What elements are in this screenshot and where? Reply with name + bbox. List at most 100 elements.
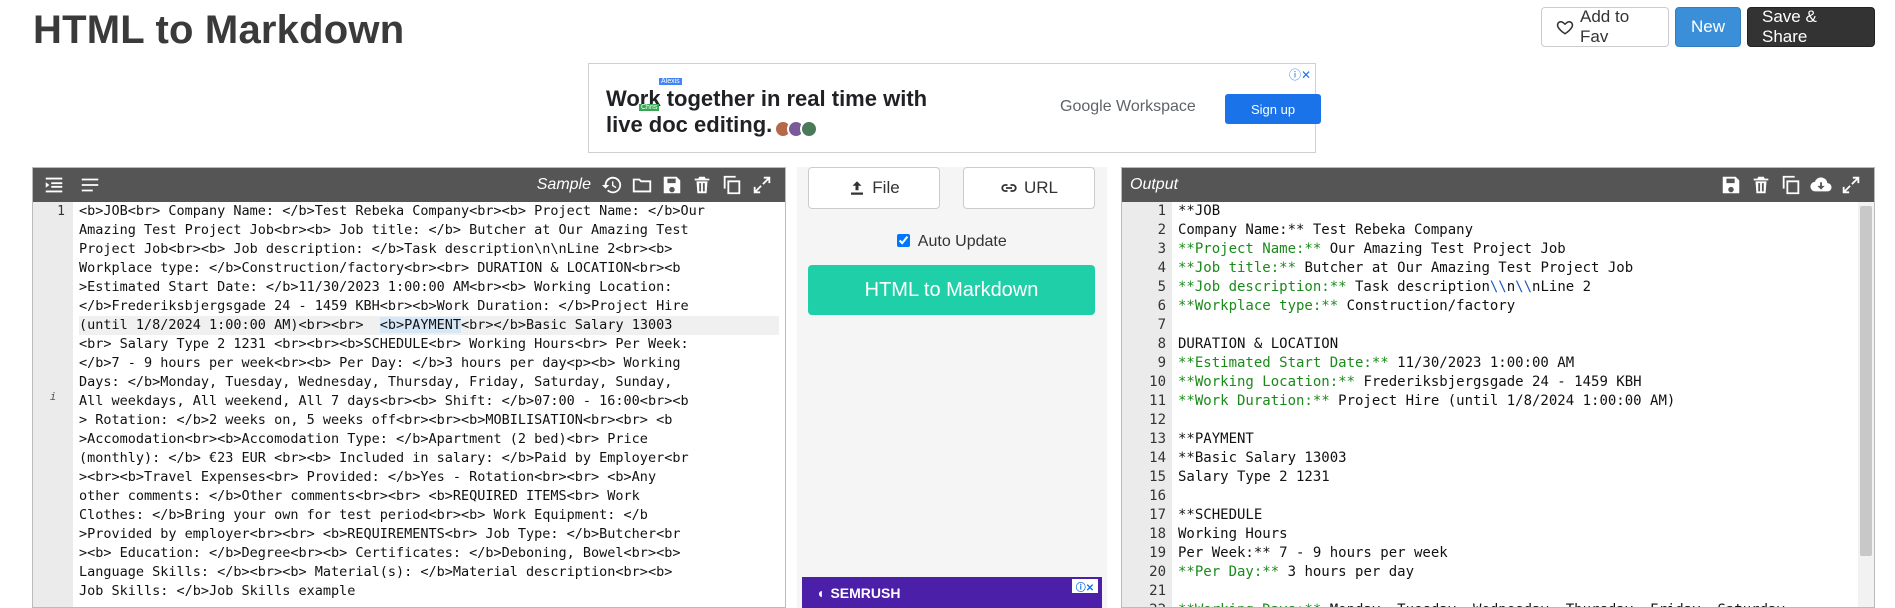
output-line-number: 1 xyxy=(1157,203,1166,219)
output-code-line: **Project Name:** Our Amazing Test Proje… xyxy=(1178,241,1566,257)
output-code-line xyxy=(1178,316,1854,335)
save-output-icon[interactable] xyxy=(1716,170,1746,200)
heart-icon xyxy=(1556,20,1574,35)
input-code-line: Clothes: </b>Bring your own for test per… xyxy=(79,507,648,523)
semrush-logo-icon: ◖ xyxy=(816,584,825,601)
output-line-number: 12 xyxy=(1149,412,1166,428)
input-code-line: Workplace type: </b>Construction/factory… xyxy=(79,260,681,276)
ad-close-icon[interactable]: ⓘ✕ xyxy=(1072,579,1098,594)
input-code-line: >Accomodation<br><b>Accomodation Type: <… xyxy=(79,431,648,447)
load-url-button[interactable]: URL xyxy=(963,167,1095,209)
output-line-number: 7 xyxy=(1157,317,1166,333)
folder-open-icon[interactable] xyxy=(627,170,657,200)
output-line-gutter: 12345678910111213141516171819202122 xyxy=(1122,202,1172,607)
html-input-code[interactable]: <b>JOB<br> Company Name: </b>Test Rebeka… xyxy=(79,202,779,601)
output-code-line: **Working Days:** Monday, Tuesday, Wedne… xyxy=(1178,601,1854,607)
output-scrollbar-track[interactable] xyxy=(1858,202,1874,607)
wrap-lines-icon[interactable] xyxy=(75,170,105,200)
output-code-line: **Basic Salary 13003 xyxy=(1178,450,1347,466)
add-to-fav-label: Add to Fav xyxy=(1580,7,1630,46)
auto-update-toggle[interactable]: Auto Update xyxy=(797,233,1107,251)
input-code-line: <b>JOB<br> Company Name: </b>Test Rebeka… xyxy=(79,203,705,219)
output-code-line: Working Hours xyxy=(1178,526,1288,542)
output-code-line: Per Week:** 7 - 9 hours per week xyxy=(1178,545,1448,561)
output-line-number: 18 xyxy=(1149,526,1166,542)
output-code-line: **Working Location:** Frederiksbjergsgad… xyxy=(1178,374,1642,390)
input-code-line: (until 1/8/2024 1:00:00 AM)<br><br> <b>P… xyxy=(79,316,779,335)
upload-file-label: File xyxy=(872,178,900,197)
upload-file-button[interactable]: File xyxy=(808,167,940,209)
output-code-line: **Workplace type:** Construction/factory xyxy=(1178,298,1516,314)
input-code-line: >Estimated Start Date: </b>11/30/2023 1:… xyxy=(79,279,673,295)
link-icon xyxy=(1001,184,1017,192)
input-code-line: (monthly): </b> €23 EUR <br><b> Included… xyxy=(79,450,689,466)
ad-choices-icon[interactable]: ⓘ✕ xyxy=(1289,66,1311,83)
ad-small-brand: SEMRUSH xyxy=(830,584,901,601)
ad-headline: Work together in real time with live doc… xyxy=(606,86,927,138)
input-code-line: ><br><b>Travel Expenses<br> Provided: </… xyxy=(79,469,657,485)
output-scrollbar-thumb[interactable] xyxy=(1860,206,1872,556)
ad-signup-button[interactable]: Sign up xyxy=(1225,94,1321,124)
delete-output-icon[interactable] xyxy=(1746,170,1776,200)
markdown-output-code[interactable]: **JOB Company Name:** Test Rebeka Company… xyxy=(1178,202,1854,607)
input-code-line: Amazing Test Project Job<br><b> Job titl… xyxy=(79,222,689,238)
ad-brand: Google Workspace xyxy=(1060,98,1196,115)
new-button[interactable]: New xyxy=(1675,7,1741,47)
output-code-line xyxy=(1178,582,1854,601)
ad-cursor-tag-b: Chris xyxy=(639,104,660,111)
input-code-line: Days: </b>Monday, Tuesday, Wednesday, Th… xyxy=(79,374,673,390)
copy-icon[interactable] xyxy=(717,170,747,200)
add-to-fav-button[interactable]: Add to Fav xyxy=(1541,7,1669,47)
output-code-line: Salary Type 2 1231 xyxy=(1178,469,1330,485)
fullscreen-icon[interactable] xyxy=(747,170,777,200)
input-sample-label[interactable]: Sample xyxy=(537,176,591,194)
selected-text: <b>PAYMENT xyxy=(379,317,462,333)
delete-icon[interactable] xyxy=(687,170,717,200)
input-toolbar: Sample xyxy=(33,168,785,202)
input-code-line: other comments: </b>Other comments<br><b… xyxy=(79,488,640,504)
save-icon[interactable] xyxy=(657,170,687,200)
output-code-line: **Per Day:** 3 hours per day xyxy=(1178,564,1415,580)
ad-cursor-tag-a: Alexis xyxy=(659,78,682,85)
output-code-line: **PAYMENT xyxy=(1178,431,1254,447)
output-label: Output xyxy=(1130,176,1179,193)
auto-update-checkbox[interactable] xyxy=(897,234,911,247)
input-code-line: Job Skills: </b>Job Skills example xyxy=(79,583,356,599)
input-code-line: Project Job<br><b> Job description: </b>… xyxy=(79,241,673,257)
output-line-number: 22 xyxy=(1122,601,1172,607)
input-code-line: <br> Salary Type 2 1231 <br><br><b>SCHED… xyxy=(79,336,689,352)
output-line-number: 2 xyxy=(1157,222,1166,238)
output-line-number: 19 xyxy=(1149,545,1166,561)
cloud-download-icon[interactable] xyxy=(1806,170,1836,200)
output-code-line: **JOB xyxy=(1178,203,1221,219)
load-url-label: URL xyxy=(1023,178,1058,197)
output-line-number: 6 xyxy=(1157,298,1166,314)
output-code-line: **Job description:** Task description\\n… xyxy=(1178,279,1592,295)
controls-column: File URL Auto Update HTML to Markdown ◖ … xyxy=(797,167,1107,608)
copy-output-icon[interactable] xyxy=(1776,170,1806,200)
output-toolbar: Output xyxy=(1122,168,1874,202)
output-line-number: 8 xyxy=(1157,336,1166,352)
page-title: HTML to Markdown xyxy=(33,8,405,52)
markdown-output-editor[interactable]: 12345678910111213141516171819202122 **JO… xyxy=(1122,202,1874,607)
output-line-number: 11 xyxy=(1149,393,1166,409)
fullscreen-output-icon[interactable] xyxy=(1836,170,1866,200)
bottom-advertisement[interactable]: ◖ SEMRUSH ⓘ✕ xyxy=(802,577,1102,608)
input-code-line: ><b> Education: </b>Degree<br><b> Certif… xyxy=(79,545,681,561)
output-code-line: **Work Duration:** Project Hire (until 1… xyxy=(1178,393,1676,409)
convert-html-to-markdown-button[interactable]: HTML to Markdown xyxy=(808,265,1095,315)
output-line-number: 4 xyxy=(1157,260,1166,276)
output-line-number: 15 xyxy=(1149,469,1166,485)
output-line-number: 5 xyxy=(1157,279,1166,295)
html-input-editor[interactable]: 1 i <b>JOB<br> Company Name: </b>Test Re… xyxy=(33,202,785,607)
output-line-number: 9 xyxy=(1157,355,1166,371)
output-panel: Output 1 2 3 4 5 6 7 8 9 10 11 12 13 14 15 16 17 18 19 20 21… xyxy=(1121,167,1875,608)
upload-icon xyxy=(851,181,864,195)
save-share-button[interactable]: Save & Share xyxy=(1747,7,1875,47)
history-icon[interactable] xyxy=(597,170,627,200)
indent-icon[interactable] xyxy=(39,170,69,200)
output-line-number: 10 xyxy=(1149,374,1166,390)
info-marker-icon: i xyxy=(49,390,57,403)
output-code-line: **Job title:** Butcher at Our Amazing Te… xyxy=(1178,260,1634,276)
top-advertisement[interactable]: Work together in real time with live doc… xyxy=(588,63,1321,153)
